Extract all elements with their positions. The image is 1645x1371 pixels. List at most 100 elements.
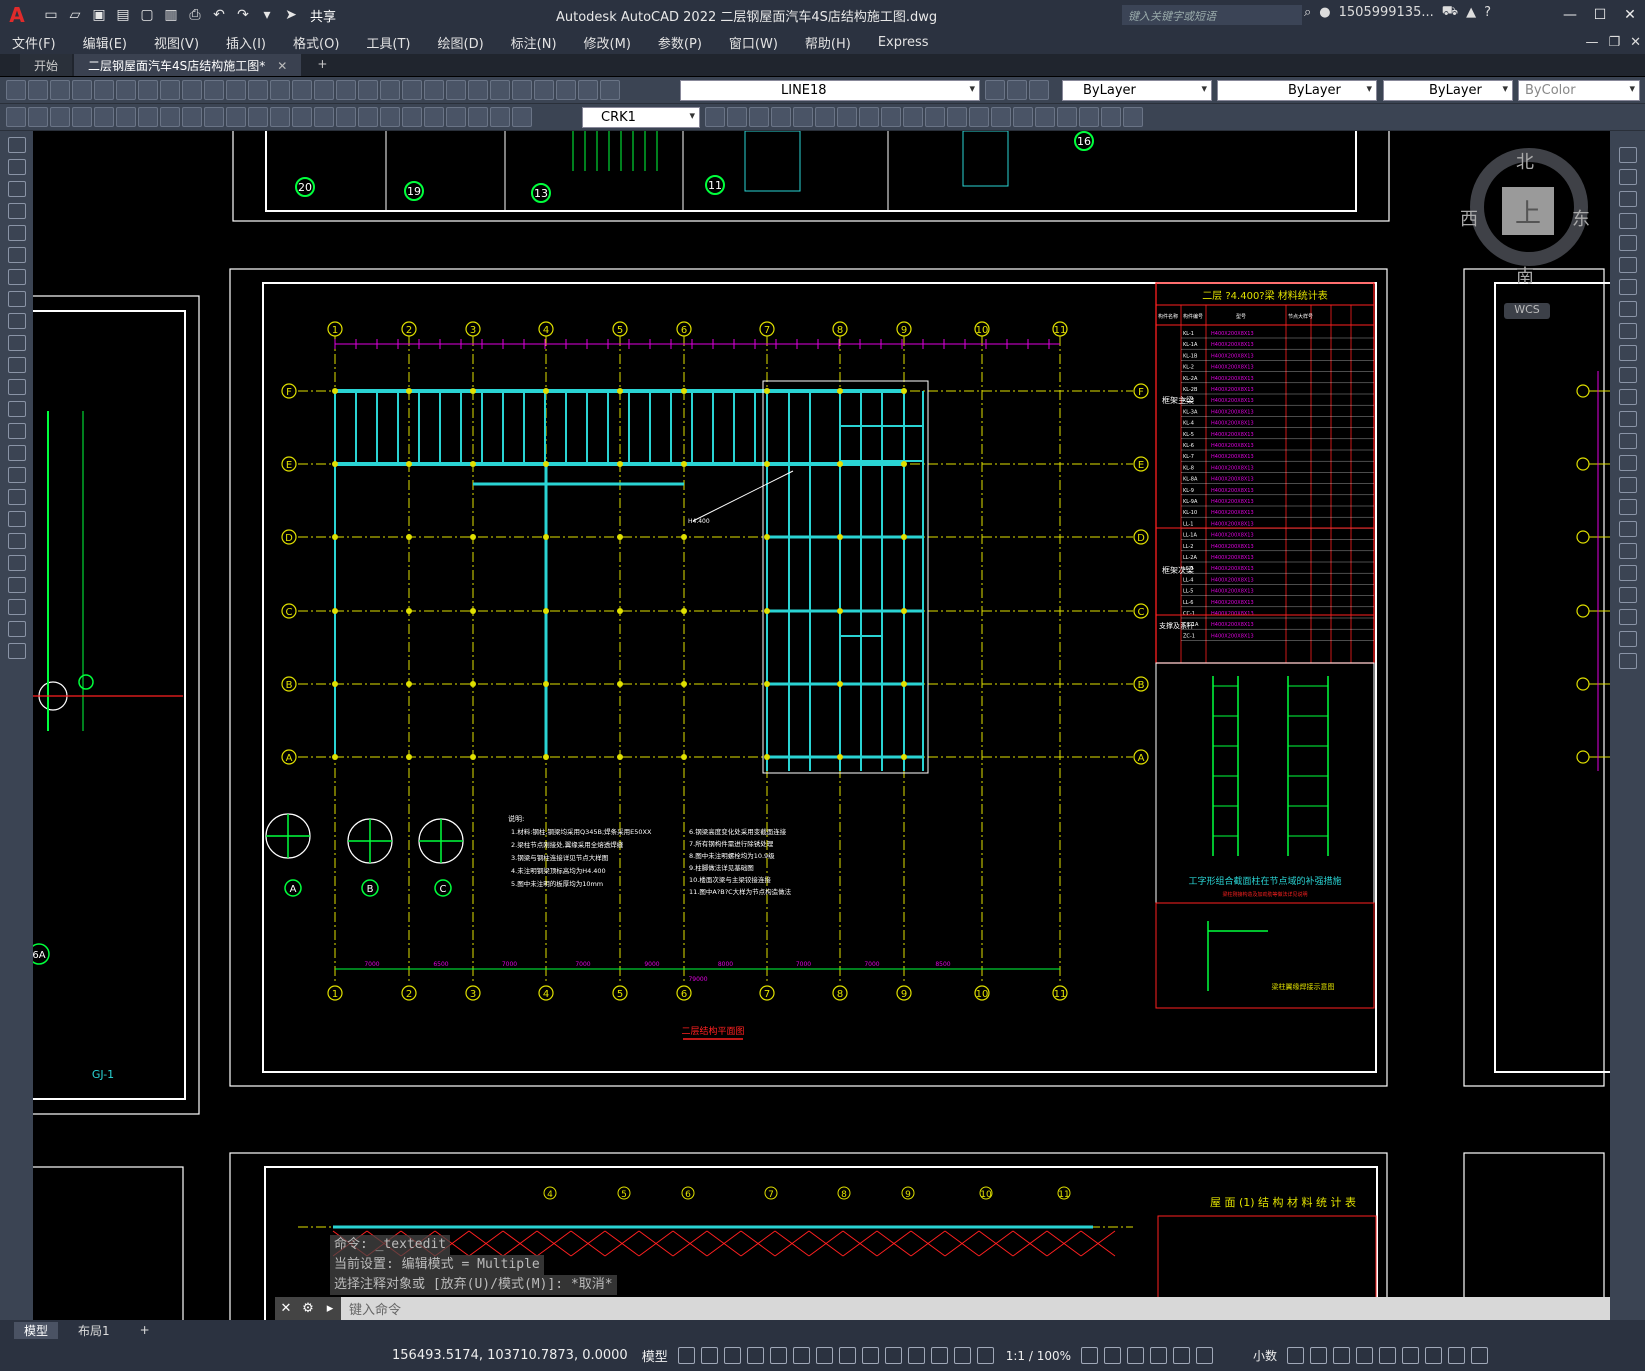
status-toggle-icon[interactable]: [907, 1347, 925, 1364]
draw-tool-icon[interactable]: [7, 137, 26, 153]
modify-tool-icon[interactable]: [793, 107, 813, 127]
draw-tool-icon[interactable]: [7, 159, 26, 175]
status-toggle-icon[interactable]: [700, 1347, 718, 1364]
standard-tool-icon[interactable]: [292, 80, 312, 100]
dimension-tool-icon[interactable]: [72, 107, 92, 127]
layout-tab-1[interactable]: 布局1: [68, 1322, 120, 1339]
drawing-canvas[interactable]: 20 19 13 11 16 1 1 2 2 3 3 4 4 5 5 6 6 7 7 8 8 9 9 10 10 11 11 F F E E…: [33, 131, 1610, 1320]
status-tool-icon[interactable]: [1150, 1347, 1168, 1364]
modify-tool-icon[interactable]: [881, 107, 901, 127]
dimension-tool-icon[interactable]: [94, 107, 114, 127]
status-toggle-icon[interactable]: [838, 1347, 856, 1364]
status-toggle-icon[interactable]: [677, 1347, 695, 1364]
draw-tool-icon[interactable]: [7, 555, 26, 571]
minimize-icon[interactable]: —: [1555, 0, 1585, 30]
menu-item[interactable]: 绘图(D): [438, 33, 484, 52]
search-icon[interactable]: ⌕: [1304, 5, 1311, 20]
web-open-icon[interactable]: ▢: [136, 4, 158, 26]
draw-tool-icon[interactable]: [7, 313, 26, 329]
status-tool-icon[interactable]: [1127, 1347, 1145, 1364]
standard-tool-icon[interactable]: [358, 80, 378, 100]
status-toggle-icon[interactable]: [976, 1347, 994, 1364]
status-toggle-icon[interactable]: [792, 1347, 810, 1364]
menu-item[interactable]: 窗口(W): [729, 33, 778, 52]
menu-item[interactable]: 帮助(H): [805, 33, 851, 52]
menu-item[interactable]: 插入(I): [226, 33, 266, 52]
redo-icon[interactable]: ↷: [232, 4, 254, 26]
modify-side-tool-icon[interactable]: [1618, 521, 1637, 537]
standard-tool-icon[interactable]: [270, 80, 290, 100]
annotation-scale[interactable]: 1:1 / 100%: [1006, 1349, 1071, 1363]
status-toggle-icon[interactable]: [723, 1347, 741, 1364]
draw-tool-icon[interactable]: [7, 225, 26, 241]
modify-tool-icon[interactable]: [991, 107, 1011, 127]
cart-icon[interactable]: ⛟: [1442, 4, 1458, 21]
viewcube-north[interactable]: 北: [1516, 148, 1534, 174]
web-save-icon[interactable]: ▥: [160, 4, 182, 26]
layer-tool-icon[interactable]: [1007, 80, 1027, 100]
lineweight-combo[interactable]: ByLayer: [1383, 80, 1513, 101]
menu-item[interactable]: 修改(M): [584, 33, 631, 52]
status-toggle-icon[interactable]: [769, 1347, 787, 1364]
modify-tool-icon[interactable]: [749, 107, 769, 127]
modify-side-tool-icon[interactable]: [1618, 631, 1637, 647]
modify-side-tool-icon[interactable]: [1618, 477, 1637, 493]
dimension-tool-icon[interactable]: [468, 107, 488, 127]
status-toggle-icon[interactable]: [746, 1347, 764, 1364]
status-toggle-icon[interactable]: [815, 1347, 833, 1364]
modify-side-tool-icon[interactable]: [1618, 389, 1637, 405]
standard-tool-icon[interactable]: [446, 80, 466, 100]
standard-tool-icon[interactable]: [600, 80, 620, 100]
user-name[interactable]: 1505999135...: [1339, 5, 1434, 20]
dimension-tool-icon[interactable]: [138, 107, 158, 127]
modify-tool-icon[interactable]: [771, 107, 791, 127]
standard-tool-icon[interactable]: [116, 80, 136, 100]
modify-tool-icon[interactable]: [705, 107, 725, 127]
layer-combo[interactable]: LINE18: [680, 80, 980, 101]
modify-side-tool-icon[interactable]: [1618, 367, 1637, 383]
viewcube-top-face[interactable]: 上: [1502, 187, 1554, 235]
mdi-minimize-icon[interactable]: —: [1585, 35, 1598, 50]
standard-tool-icon[interactable]: [380, 80, 400, 100]
mdi-restore-icon[interactable]: ❐: [1608, 35, 1620, 50]
wcs-menu[interactable]: WCS: [1504, 303, 1550, 319]
modify-tool-icon[interactable]: [1123, 107, 1143, 127]
draw-tool-icon[interactable]: [7, 599, 26, 615]
modify-tool-icon[interactable]: [859, 107, 879, 127]
draw-tool-icon[interactable]: [7, 445, 26, 461]
add-layout-button[interactable]: +: [130, 1323, 160, 1337]
standard-tool-icon[interactable]: [204, 80, 224, 100]
standard-tool-icon[interactable]: [72, 80, 92, 100]
model-space-button[interactable]: 模型: [642, 1346, 668, 1365]
new-file-icon[interactable]: ▭: [40, 4, 62, 26]
modify-side-tool-icon[interactable]: [1618, 455, 1637, 471]
modify-side-tool-icon[interactable]: [1618, 147, 1637, 163]
new-tab-button[interactable]: +: [303, 54, 341, 76]
modify-tool-icon[interactable]: [903, 107, 923, 127]
share-button[interactable]: 共享: [310, 6, 336, 25]
dimension-tool-icon[interactable]: [512, 107, 532, 127]
modify-side-tool-icon[interactable]: [1618, 653, 1637, 669]
close-icon[interactable]: ✕: [1615, 0, 1645, 30]
user-icon[interactable]: ●: [1319, 5, 1330, 20]
status-end-icon[interactable]: [1471, 1347, 1489, 1364]
draw-tool-icon[interactable]: [7, 467, 26, 483]
units-button[interactable]: 小数: [1253, 1347, 1277, 1364]
share-icon[interactable]: ➤: [280, 4, 302, 26]
draw-tool-icon[interactable]: [7, 643, 26, 659]
status-end-icon[interactable]: [1287, 1347, 1305, 1364]
save-icon[interactable]: ▣: [88, 4, 110, 26]
dimension-tool-icon[interactable]: [160, 107, 180, 127]
status-tool-icon[interactable]: [1081, 1347, 1099, 1364]
standard-tool-icon[interactable]: [490, 80, 510, 100]
status-toggle-icon[interactable]: [884, 1347, 902, 1364]
standard-tool-icon[interactable]: [424, 80, 444, 100]
modify-tool-icon[interactable]: [837, 107, 857, 127]
status-tool-icon[interactable]: [1104, 1347, 1122, 1364]
dimension-tool-icon[interactable]: [182, 107, 202, 127]
app-logo[interactable]: A: [0, 0, 34, 30]
color-combo[interactable]: ByLayer: [1062, 80, 1212, 101]
modify-tool-icon[interactable]: [1057, 107, 1077, 127]
layer-tool-icon[interactable]: [985, 80, 1005, 100]
save-as-icon[interactable]: ▤: [112, 4, 134, 26]
